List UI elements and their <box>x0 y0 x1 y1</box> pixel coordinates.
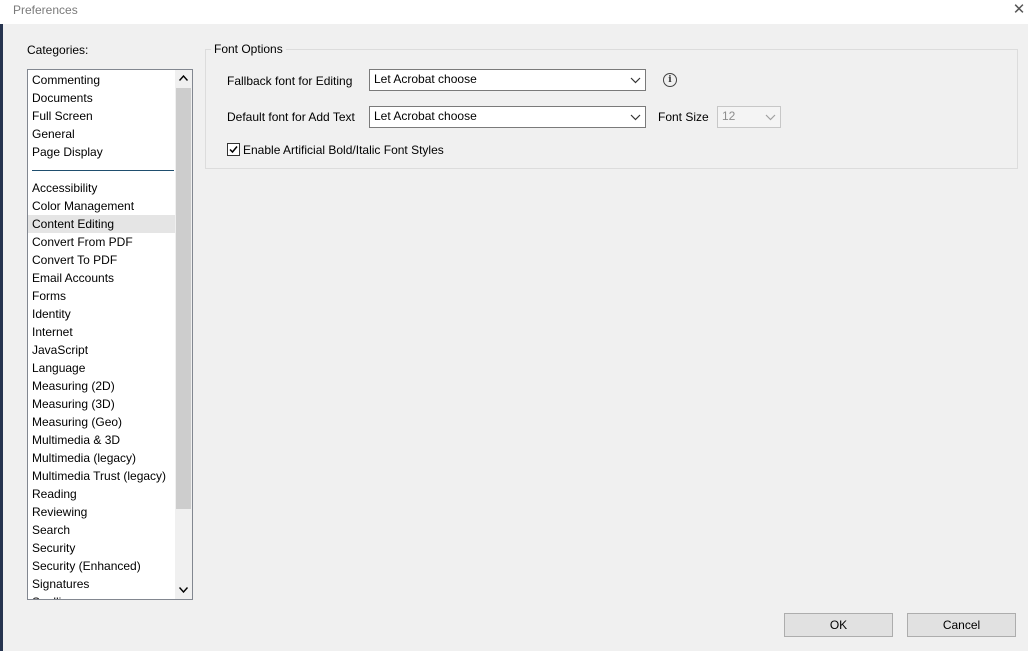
category-item-spelling[interactable]: Spelling <box>28 593 176 599</box>
category-item-security[interactable]: Security <box>28 539 176 557</box>
window-title: Preferences <box>13 3 78 17</box>
chevron-down-icon <box>627 108 644 126</box>
categories-listbox[interactable]: Commenting Documents Full Screen General Pag… <box>27 69 193 600</box>
category-item-general[interactable]: General <box>28 125 176 143</box>
artificial-styles-label[interactable]: Enable Artificial Bold/Italic Font Style… <box>243 143 444 157</box>
categories-list: Commenting Documents Full Screen General Pag… <box>28 71 176 599</box>
category-item-security-enhanced[interactable]: Security (Enhanced) <box>28 557 176 575</box>
ok-button[interactable]: OK <box>784 613 893 637</box>
chevron-down-icon <box>762 108 779 126</box>
scroll-down-icon[interactable] <box>175 582 192 599</box>
category-item-reading[interactable]: Reading <box>28 485 176 503</box>
default-font-value: Let Acrobat choose <box>374 109 477 123</box>
categories-scrollbar[interactable] <box>175 70 192 599</box>
category-item-javascript[interactable]: JavaScript <box>28 341 176 359</box>
category-item-reviewing[interactable]: Reviewing <box>28 503 176 521</box>
cancel-button[interactable]: Cancel <box>907 613 1016 637</box>
chevron-down-icon <box>627 71 644 89</box>
info-icon[interactable]: i <box>663 73 677 87</box>
category-item-signatures[interactable]: Signatures <box>28 575 176 593</box>
category-item-page-display[interactable]: Page Display <box>28 143 176 161</box>
font-size-label: Font Size <box>658 110 709 124</box>
category-item-multimedia-trust-legacy[interactable]: Multimedia Trust (legacy) <box>28 467 176 485</box>
category-item-commenting[interactable]: Commenting <box>28 71 176 89</box>
category-item-search[interactable]: Search <box>28 521 176 539</box>
scrollbar-thumb[interactable] <box>176 88 191 509</box>
category-item-email-accounts[interactable]: Email Accounts <box>28 269 176 287</box>
category-item-measuring-3d[interactable]: Measuring (3D) <box>28 395 176 413</box>
category-item-multimedia-legacy[interactable]: Multimedia (legacy) <box>28 449 176 467</box>
background-window-edge <box>0 24 3 651</box>
font-size-dropdown[interactable]: 12 <box>717 106 781 128</box>
category-item-documents[interactable]: Documents <box>28 89 176 107</box>
category-item-color-management[interactable]: Color Management <box>28 197 176 215</box>
fallback-font-label: Fallback font for Editing <box>227 74 353 88</box>
font-options-title: Font Options <box>211 42 286 56</box>
category-item-forms[interactable]: Forms <box>28 287 176 305</box>
default-font-label: Default font for Add Text <box>227 110 355 124</box>
category-item-content-editing[interactable]: Content Editing <box>28 215 176 233</box>
category-item-internet[interactable]: Internet <box>28 323 176 341</box>
category-item-convert-from-pdf[interactable]: Convert From PDF <box>28 233 176 251</box>
scroll-up-icon[interactable] <box>175 70 192 87</box>
preferences-dialog: Preferences ✕ Categories: Commenting Docu… <box>0 0 1028 651</box>
category-item-measuring-2d[interactable]: Measuring (2D) <box>28 377 176 395</box>
category-separator <box>28 161 176 179</box>
category-item-measuring-geo[interactable]: Measuring (Geo) <box>28 413 176 431</box>
category-item-accessibility[interactable]: Accessibility <box>28 179 176 197</box>
categories-label: Categories: <box>27 43 89 57</box>
category-item-full-screen[interactable]: Full Screen <box>28 107 176 125</box>
fallback-font-value: Let Acrobat choose <box>374 72 477 86</box>
category-item-identity[interactable]: Identity <box>28 305 176 323</box>
title-bar: Preferences ✕ <box>0 0 1028 24</box>
category-item-convert-to-pdf[interactable]: Convert To PDF <box>28 251 176 269</box>
category-item-language[interactable]: Language <box>28 359 176 377</box>
category-item-multimedia-3d[interactable]: Multimedia & 3D <box>28 431 176 449</box>
default-font-dropdown[interactable]: Let Acrobat choose <box>369 106 646 128</box>
artificial-styles-checkbox[interactable] <box>227 143 240 156</box>
close-icon[interactable]: ✕ <box>1010 0 1028 22</box>
fallback-font-dropdown[interactable]: Let Acrobat choose <box>369 69 646 91</box>
font-size-value: 12 <box>722 109 736 123</box>
